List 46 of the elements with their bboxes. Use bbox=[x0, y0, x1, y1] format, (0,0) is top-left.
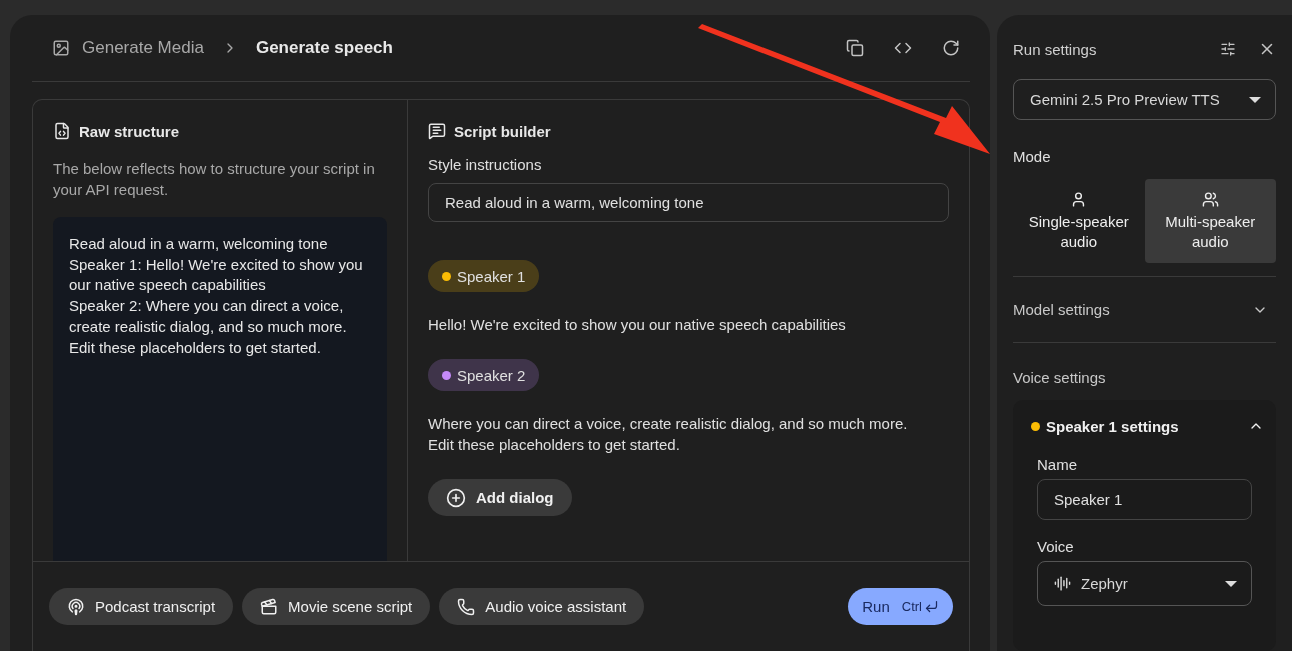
code-file-icon bbox=[53, 122, 71, 140]
speaker-chip[interactable]: Speaker 1 bbox=[428, 260, 540, 292]
field-label: Voice bbox=[1037, 538, 1075, 555]
caret-icon bbox=[1249, 96, 1261, 103]
model-settings-row[interactable]: Model settings bbox=[1013, 277, 1276, 343]
refresh-icon[interactable] bbox=[942, 39, 960, 57]
mode-option[interactable]: Multi-speaker audio bbox=[1144, 179, 1276, 263]
settings-icon[interactable] bbox=[1220, 41, 1236, 57]
code-line: Speaker 1: Hello! We're excited to show you our native speech capabilities bbox=[69, 254, 364, 296]
copy-icon[interactable] bbox=[846, 39, 864, 57]
code-line: Speaker 2: Where you can direct a voice, create realistic dialog, and so much more. Edit these placeholders to get started. bbox=[69, 296, 348, 358]
enter-icon bbox=[924, 599, 939, 614]
image-icon bbox=[52, 39, 70, 57]
podcast-icon bbox=[67, 597, 85, 616]
clapperboard-icon bbox=[260, 597, 279, 616]
section-title: Script builder bbox=[454, 122, 551, 140]
section-title: Raw structure bbox=[79, 122, 180, 140]
script-icon bbox=[428, 122, 446, 140]
description-text: The below reflects how to structure your script in your API request. bbox=[53, 159, 376, 200]
run-button[interactable]: Run Ctrl bbox=[848, 588, 953, 625]
caret-icon bbox=[1225, 580, 1237, 587]
page-title: Generate speech bbox=[255, 38, 393, 58]
phone-icon bbox=[457, 597, 476, 616]
name-input-field[interactable]: Speaker 1 bbox=[1037, 479, 1252, 520]
dialog-text[interactable]: Where you can direct a voice, create realistic dialog, and so much more. Edit these placeholders to get started. bbox=[428, 413, 918, 455]
speaker-settings-header[interactable]: Speaker 1 settings bbox=[1031, 412, 1264, 440]
voice-icon bbox=[1054, 575, 1071, 592]
speaker-chip[interactable]: Speaker 2 bbox=[428, 359, 540, 391]
mode-option[interactable]: Single-speaker audio bbox=[1013, 179, 1145, 263]
people-icon bbox=[1201, 190, 1219, 208]
style-input-field[interactable]: Read aloud in a warm, welcoming tone bbox=[428, 183, 949, 222]
panel-title: Run settings bbox=[1013, 40, 1097, 58]
field-label: Style instructions bbox=[428, 156, 543, 173]
voice-dropdown[interactable]: Zephyr bbox=[1037, 561, 1252, 606]
model-dropdown[interactable]: Gemini 2.5 Pro Preview TTS bbox=[1013, 79, 1276, 120]
field-label: Name bbox=[1037, 456, 1078, 473]
preset-button[interactable]: Podcast transcript bbox=[49, 588, 234, 625]
section-label: Mode bbox=[1013, 148, 1052, 165]
code-line: Read aloud in a warm, welcoming tone bbox=[69, 234, 329, 254]
preset-button[interactable]: Audio voice assistant bbox=[439, 588, 645, 625]
dialog-text[interactable]: Hello! We're excited to show you our native speech capabilities bbox=[428, 314, 918, 335]
preset-button[interactable]: Movie scene script bbox=[242, 588, 431, 625]
add-dialog-button[interactable]: Add dialog bbox=[428, 479, 572, 516]
plus-circle-icon bbox=[446, 487, 466, 508]
section-label: Voice settings bbox=[1013, 369, 1107, 386]
breadcrumb-link[interactable]: Generate Media bbox=[82, 38, 204, 58]
